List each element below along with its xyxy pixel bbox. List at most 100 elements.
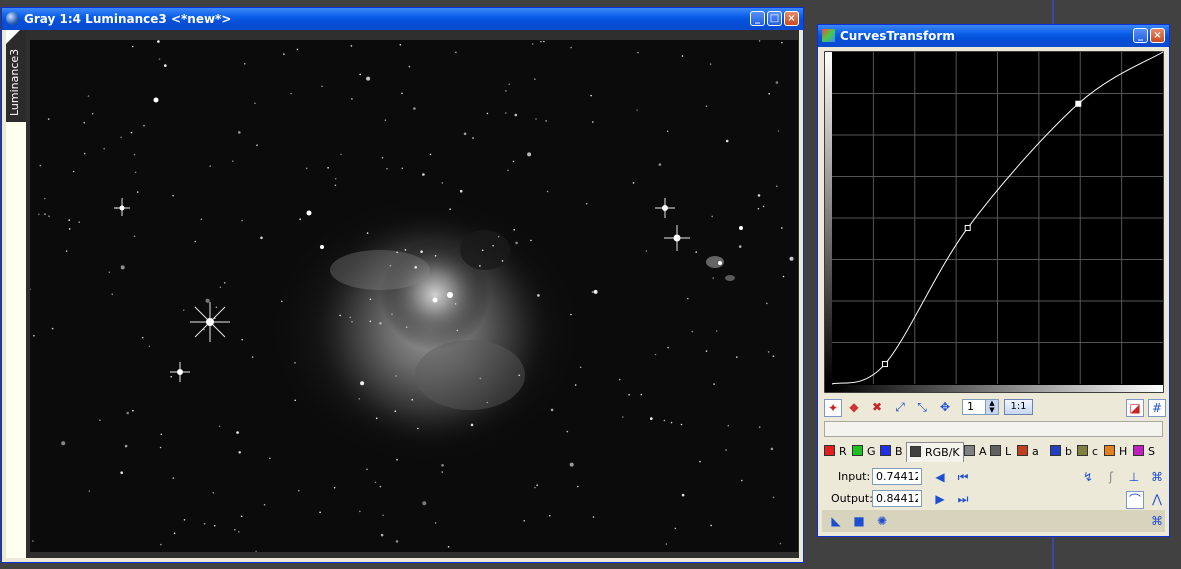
pan-icon[interactable]: ✥: [937, 399, 953, 415]
channel-h[interactable]: H: [1104, 445, 1127, 459]
star: [319, 511, 321, 514]
input-field[interactable]: [872, 468, 922, 485]
star: [382, 514, 384, 517]
new-instance-icon[interactable]: ◣: [828, 513, 844, 529]
spinner-arrows-icon[interactable]: ▲ ▼: [985, 400, 998, 414]
curves-graph[interactable]: [824, 51, 1164, 393]
channel-s[interactable]: S: [1133, 445, 1155, 459]
interpolation-icon[interactable]: ʃ: [1103, 469, 1119, 485]
zoom-1-1-button[interactable]: 1:1: [1004, 399, 1033, 415]
curve-point-selected[interactable]: [1075, 100, 1082, 107]
delete-point-icon[interactable]: ✖: [869, 399, 885, 415]
star: [254, 102, 256, 105]
bright-star: [447, 292, 453, 298]
curves-minimize-button[interactable]: _: [1133, 28, 1148, 43]
vertical-gradient-bar: [825, 52, 832, 384]
cubic-spline-icon[interactable]: ⌒: [1126, 491, 1144, 509]
star: [219, 286, 222, 289]
view-tab[interactable]: Luminance3: [6, 30, 26, 122]
star: [359, 73, 362, 76]
fit-icon[interactable]: ⌘: [1149, 469, 1165, 485]
zoom-out-icon[interactable]: ⤡: [914, 399, 930, 415]
grid-toggle-icon[interactable]: #: [1148, 399, 1166, 417]
view-tab-strip[interactable]: Luminance3: [6, 30, 26, 558]
star: [359, 510, 361, 513]
star: [776, 185, 778, 187]
prev-point-icon[interactable]: ◀: [932, 469, 948, 485]
channel-label: G: [867, 445, 876, 458]
last-point-icon[interactable]: ⏭: [955, 491, 971, 507]
star: [422, 173, 425, 176]
next-point-icon[interactable]: ▶: [932, 491, 948, 507]
star: [549, 515, 551, 517]
first-point-icon[interactable]: ⏮: [955, 469, 971, 485]
star: [713, 383, 715, 385]
star: [497, 235, 500, 238]
channel-g[interactable]: G: [852, 445, 876, 459]
output-field[interactable]: [872, 490, 922, 507]
curves-close-button[interactable]: ×: [1150, 28, 1165, 43]
image-viewport[interactable]: Luminance3: [6, 30, 799, 558]
select-point-icon[interactable]: ◆: [846, 399, 862, 415]
maximize-button[interactable]: □: [767, 11, 782, 26]
nebula-image[interactable]: [30, 40, 798, 552]
channel-selector: R G B RGB/K A La b c H S: [824, 442, 1163, 462]
star: [68, 228, 71, 230]
bright-star: [320, 245, 324, 249]
channel-rgb-k[interactable]: RGB/K: [906, 442, 964, 462]
show-curve-icon[interactable]: ◪: [1126, 399, 1144, 417]
star: [455, 51, 457, 54]
star: [395, 375, 397, 377]
image-window[interactable]: Gray 1:4 Luminance3 <*new*> _ □ × Lumina…: [1, 7, 804, 563]
star: [296, 48, 299, 51]
real-time-preview-icon[interactable]: ✺: [874, 513, 890, 529]
channel-c[interactable]: c: [1077, 445, 1098, 459]
image-window-titlebar[interactable]: Gray 1:4 Luminance3 <*new*> _ □ ×: [2, 8, 803, 30]
star: [569, 462, 574, 467]
channel-swatch-icon: [964, 445, 975, 456]
star: [757, 207, 760, 210]
star: [479, 377, 482, 380]
channel-b[interactable]: b: [1050, 445, 1072, 459]
minimize-button[interactable]: _: [750, 11, 765, 26]
star: [238, 451, 241, 454]
star: [256, 144, 258, 146]
star: [240, 515, 243, 518]
star: [136, 191, 139, 193]
star: [334, 184, 337, 187]
star: [725, 139, 729, 143]
reset-icon[interactable]: ⌘: [1149, 513, 1165, 529]
star: [133, 235, 136, 238]
star: [38, 213, 40, 215]
channel-a[interactable]: a: [1017, 445, 1039, 459]
curves-window-titlebar[interactable]: CurvesTransform _ ×: [818, 25, 1169, 47]
star: [172, 194, 174, 197]
edit-point-icon[interactable]: ✦: [824, 399, 842, 417]
channel-a[interactable]: A: [964, 445, 987, 459]
close-button[interactable]: ×: [784, 11, 799, 26]
linear-icon[interactable]: ⋀: [1149, 491, 1165, 507]
star: [665, 543, 668, 545]
zoom-in-icon[interactable]: ⤢: [892, 399, 908, 415]
apply-icon[interactable]: ■: [851, 513, 867, 529]
curves-window[interactable]: CurvesTransform _ × ✦ ◆ ✖ ⤢ ⤡ ✥ 1 ▲ ▼ 1:1 …: [817, 24, 1170, 537]
star: [281, 300, 283, 303]
output-label: Output:: [831, 492, 873, 505]
star: [44, 213, 46, 215]
zoom-spinner[interactable]: 1 ▲ ▼: [962, 399, 999, 415]
channel-b[interactable]: B: [880, 445, 903, 459]
reset-axes-icon[interactable]: ⊥: [1126, 469, 1142, 485]
star: [299, 218, 301, 220]
invert-icon[interactable]: ↯: [1080, 469, 1096, 485]
star: [570, 46, 572, 49]
star: [447, 546, 450, 548]
channel-r[interactable]: R: [824, 445, 847, 459]
star: [775, 81, 779, 84]
star: [200, 218, 203, 221]
channel-l[interactable]: L: [990, 445, 1011, 459]
curve-point[interactable]: [881, 361, 888, 368]
star: [640, 393, 643, 396]
star: [183, 519, 186, 521]
curve-point[interactable]: [964, 224, 971, 231]
star: [658, 163, 662, 166]
